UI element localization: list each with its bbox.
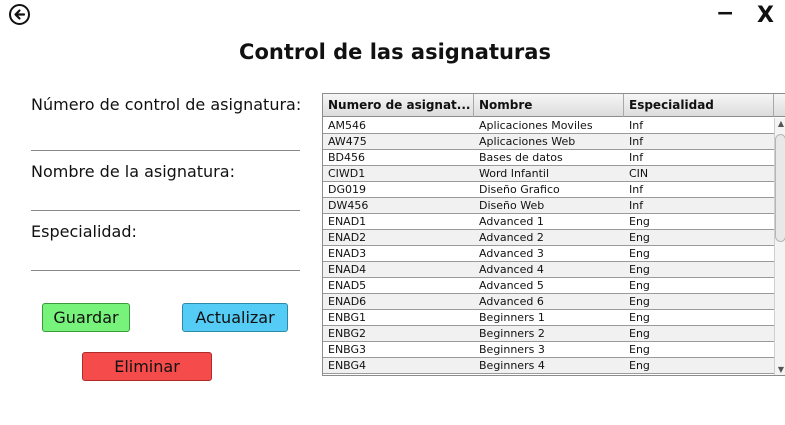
scroll-down-icon[interactable]: ▼	[775, 364, 785, 375]
table-row[interactable]: AM546 Aplicaciones Moviles Inf	[323, 118, 774, 134]
cell-especialidad: Eng	[629, 311, 650, 324]
cell-numero: AW475	[328, 135, 367, 148]
cell-numero: BD456	[328, 151, 366, 164]
cell-nombre: Word Infantil	[479, 167, 549, 180]
table-row[interactable]: ENAD4 Advanced 4 Eng	[323, 262, 774, 278]
cell-nombre: Beginners 1	[479, 311, 545, 324]
cell-especialidad: Eng	[629, 327, 650, 340]
cell-nombre: Advanced 1	[479, 215, 544, 228]
cell-numero: ENBG2	[328, 327, 367, 340]
vertical-scrollbar[interactable]: ▲ ▼	[774, 118, 785, 375]
cell-nombre: Bases de datos	[479, 151, 563, 164]
table-row[interactable]: ENAD2 Advanced 2 Eng	[323, 230, 774, 246]
cell-especialidad: Inf	[629, 183, 644, 196]
table-row[interactable]: CIWD1 Word Infantil CIN	[323, 166, 774, 182]
page-title: Control de las asignaturas	[239, 40, 551, 64]
table-row[interactable]: DG019 Diseño Grafico Inf	[323, 182, 774, 198]
cell-especialidad: Inf	[629, 135, 644, 148]
table-row[interactable]: AW475 Aplicaciones Web Inf	[323, 134, 774, 150]
cell-especialidad: Inf	[629, 199, 644, 212]
cell-numero: ENAD4	[328, 263, 367, 276]
cell-nombre: Advanced 5	[479, 279, 544, 292]
especialidad-input[interactable]	[31, 245, 300, 271]
cell-numero: ENAD5	[328, 279, 367, 292]
cell-nombre: Advanced 6	[479, 295, 544, 308]
especialidad-label: Especialidad:	[31, 222, 137, 241]
cell-nombre: Advanced 3	[479, 247, 544, 260]
cell-nombre: Beginners 3	[479, 343, 545, 356]
cell-especialidad: Eng	[629, 215, 650, 228]
cell-especialidad: Eng	[629, 247, 650, 260]
cell-numero: AM546	[328, 119, 367, 132]
eliminar-button[interactable]: Eliminar	[82, 352, 212, 381]
cell-numero: ENBG3	[328, 343, 367, 356]
cell-especialidad: Inf	[629, 151, 644, 164]
column-header-especialidad[interactable]: Especialidad	[624, 94, 774, 117]
table-body: AM546 Aplicaciones Moviles Inf AW475 Aplicac…	[323, 118, 774, 375]
table-row[interactable]: ENAD5 Advanced 5 Eng	[323, 278, 774, 294]
cell-numero: CIWD1	[328, 167, 366, 180]
scroll-up-icon[interactable]: ▲	[775, 118, 785, 130]
column-header-corner	[774, 94, 785, 117]
table-header: Numero de asignat... Nombre Especialidad	[323, 94, 785, 117]
table-row[interactable]: DW456 Diseño Web Inf	[323, 198, 774, 214]
cell-numero: DW456	[328, 199, 369, 212]
close-button[interactable]: X	[757, 4, 774, 28]
cell-numero: ENBG4	[328, 359, 367, 372]
nombre-input[interactable]	[31, 185, 300, 211]
cell-numero: ENBG1	[328, 311, 367, 324]
table-row[interactable]: ENAD3 Advanced 3 Eng	[323, 246, 774, 262]
cell-nombre: Beginners 2	[479, 327, 545, 340]
cell-nombre: Diseño Grafico	[479, 183, 560, 196]
asignaturas-table[interactable]: Numero de asignat... Nombre Especialidad…	[322, 93, 785, 376]
cell-numero: ENAD3	[328, 247, 367, 260]
column-header-numero[interactable]: Numero de asignat...	[323, 94, 474, 117]
table-row[interactable]: ENBG3 Beginners 3 Eng	[323, 342, 774, 358]
cell-especialidad: Inf	[629, 119, 644, 132]
cell-especialidad: Eng	[629, 295, 650, 308]
cell-nombre: Advanced 4	[479, 263, 544, 276]
cell-especialidad: Eng	[629, 343, 650, 356]
cell-numero: ENAD1	[328, 215, 367, 228]
cell-numero: ENAD6	[328, 295, 367, 308]
cell-especialidad: Eng	[629, 279, 650, 292]
cell-nombre: Beginners 4	[479, 359, 545, 372]
cell-especialidad: Eng	[629, 359, 650, 372]
control-label: Número de control de asignatura:	[31, 95, 302, 114]
table-row[interactable]: ENBG1 Beginners 1 Eng	[323, 310, 774, 326]
actualizar-button[interactable]: Actualizar	[182, 303, 288, 332]
cell-numero: ENAD2	[328, 231, 367, 244]
table-row[interactable]: ENBG2 Beginners 2 Eng	[323, 326, 774, 342]
back-arrow-icon[interactable]	[9, 4, 30, 25]
column-header-nombre[interactable]: Nombre	[474, 94, 624, 117]
cell-especialidad: CIN	[629, 167, 649, 180]
scrollbar-thumb[interactable]	[775, 134, 785, 242]
table-row[interactable]: BD456 Bases de datos Inf	[323, 150, 774, 166]
cell-numero: DG019	[328, 183, 366, 196]
table-row[interactable]: ENBG4 Beginners 4 Eng	[323, 358, 774, 374]
cell-nombre: Aplicaciones Web	[479, 135, 576, 148]
nombre-label: Nombre de la asignatura:	[31, 162, 235, 181]
cell-nombre: Advanced 2	[479, 231, 544, 244]
guardar-button[interactable]: Guardar	[42, 303, 130, 332]
cell-nombre: Diseño Web	[479, 199, 545, 212]
cell-nombre: Aplicaciones Moviles	[479, 119, 593, 132]
cell-especialidad: Eng	[629, 231, 650, 244]
table-row[interactable]: ENAD1 Advanced 1 Eng	[323, 214, 774, 230]
control-input[interactable]	[31, 125, 300, 151]
cell-especialidad: Eng	[629, 263, 650, 276]
table-row[interactable]: ENAD6 Advanced 6 Eng	[323, 294, 774, 310]
minimize-button[interactable]: −	[716, 2, 734, 26]
